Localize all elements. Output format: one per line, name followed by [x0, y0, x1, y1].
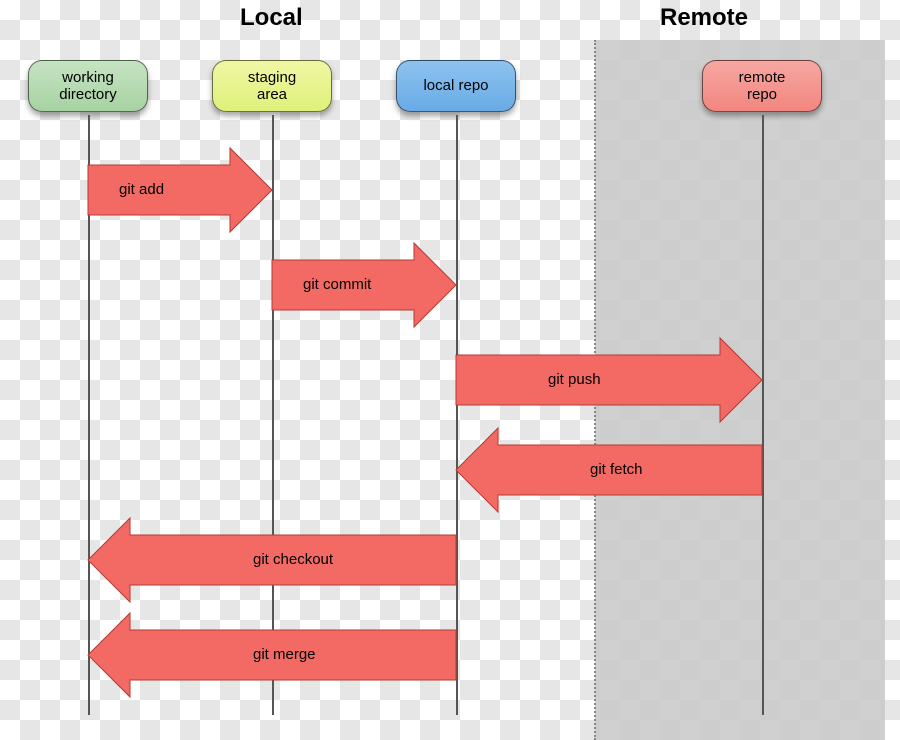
- arrow-label-git-add: git add: [119, 181, 164, 198]
- arrow-label-git-checkout: git checkout: [253, 551, 333, 568]
- section-title-local: Local: [240, 4, 303, 32]
- arrow-label-git-push: git push: [548, 371, 601, 388]
- lifeline-remote-repo: [762, 115, 764, 715]
- arrow-git-commit: [272, 243, 456, 327]
- local-remote-divider: [594, 40, 596, 740]
- remote-panel: [595, 40, 885, 740]
- lifeline-local-repo: [456, 115, 458, 715]
- diagram-stage: Local Remote workingdirectory stagingare…: [0, 0, 900, 740]
- node-working-directory: workingdirectory: [28, 60, 148, 112]
- node-staging-area: stagingarea: [212, 60, 332, 112]
- node-remote-repo: remoterepo: [702, 60, 822, 112]
- lifeline-staging-area: [272, 115, 274, 715]
- section-title-remote: Remote: [660, 4, 748, 32]
- arrow-label-git-merge: git merge: [253, 646, 316, 663]
- arrow-label-git-commit: git commit: [303, 276, 371, 293]
- lifeline-working-directory: [88, 115, 90, 715]
- arrow-git-add: [88, 148, 272, 232]
- node-local-repo: local repo: [396, 60, 516, 112]
